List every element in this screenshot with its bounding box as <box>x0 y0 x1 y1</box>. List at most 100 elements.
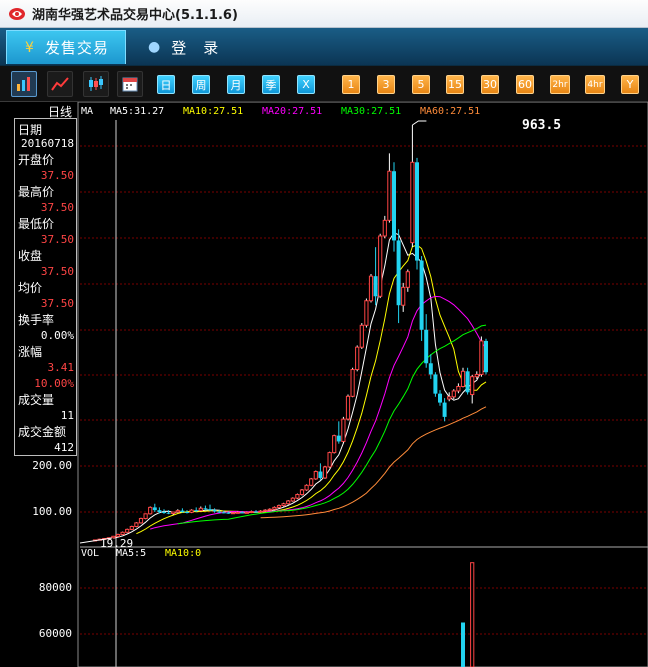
main-nav: ¥ 发售交易 ● 登 录 <box>0 28 648 66</box>
candle-body <box>134 522 139 527</box>
period-x-button[interactable]: X <box>297 75 315 94</box>
info-label: 均价 <box>18 281 43 295</box>
chart-toolbar: 日 周 月 季 X 1 3 5 15 30 60 2hr 4hr Y <box>0 66 648 102</box>
candle-body <box>198 507 203 512</box>
candle-body <box>327 452 332 468</box>
candle-body <box>415 162 419 261</box>
candle-body <box>456 386 461 392</box>
candle-body <box>208 509 212 511</box>
minute-3-button[interactable]: 3 <box>377 75 395 94</box>
candle-body <box>313 471 318 480</box>
tab-issue-trade[interactable]: ¥ 发售交易 <box>6 30 126 64</box>
y-tick-label: 200.00 <box>32 459 72 472</box>
candle-body <box>433 374 438 394</box>
candle-body <box>382 219 387 237</box>
candle-body <box>309 478 314 486</box>
info-value: 37.50 <box>40 233 74 246</box>
bar-chart-icon <box>17 77 30 91</box>
period-quarter-button[interactable]: 季 <box>262 75 280 94</box>
info-value: 412 <box>54 441 74 454</box>
candle-body <box>254 511 258 513</box>
candle-body <box>249 511 254 514</box>
candle-body <box>235 511 240 514</box>
calendar-icon <box>122 77 138 92</box>
candle-body <box>368 275 374 302</box>
candle-body <box>373 276 378 297</box>
chart-area[interactable]: 日线 MA MA5:31.27 MA10:27.51 MA20:27.51 MA… <box>0 102 648 667</box>
minute-1-button[interactable]: 1 <box>342 75 360 94</box>
candle-body <box>226 512 231 514</box>
candle-body <box>120 531 125 535</box>
calendar-button[interactable] <box>117 71 143 97</box>
max-price-label: 963.5 <box>522 118 561 133</box>
candle-body <box>405 271 410 288</box>
candle-body <box>221 512 226 514</box>
vol-y-tick-label: 80000 <box>39 581 72 594</box>
candle-body <box>240 512 245 514</box>
candle-body <box>304 484 309 491</box>
info-label: 日期 <box>18 123 43 137</box>
bar-chart-button[interactable] <box>11 71 37 97</box>
candle-body <box>484 340 488 373</box>
tab-login[interactable]: ● 登 录 <box>140 30 250 64</box>
candle-body <box>424 329 429 364</box>
period-week-button[interactable]: 周 <box>192 75 210 94</box>
info-label: 最高价 <box>18 185 55 199</box>
plot-frame <box>77 102 648 667</box>
minute-5-button[interactable]: 5 <box>412 75 430 94</box>
candle-body <box>171 511 176 514</box>
period-day-button[interactable]: 日 <box>157 75 175 94</box>
title-bar: 湖南华强艺术品交易中心(5.1.1.6) <box>0 0 648 28</box>
ma60-legend: MA60:27.51 <box>420 106 480 117</box>
candlestick-button[interactable] <box>83 71 109 97</box>
candle-body <box>336 435 341 442</box>
year-button[interactable]: Y <box>621 75 639 94</box>
candle-body <box>428 363 433 375</box>
candle-body <box>166 512 171 514</box>
hour-4-button[interactable]: 4hr <box>585 75 605 94</box>
candle-body <box>203 508 208 510</box>
user-icon: ● <box>148 39 162 55</box>
ma5-legend: MA5:31.27 <box>110 106 164 117</box>
minute-15-button[interactable]: 15 <box>446 75 464 94</box>
line-chart-button[interactable] <box>47 71 73 97</box>
candle-body <box>460 370 466 388</box>
candle-body <box>359 324 364 348</box>
info-label: 换手率 <box>18 313 55 327</box>
info-label: 成交量 <box>18 393 55 407</box>
info-label: 成交金额 <box>18 425 67 439</box>
minute-60-button[interactable]: 60 <box>516 75 534 94</box>
candle-body <box>212 510 217 512</box>
info-value: 0.00% <box>40 329 74 342</box>
candle-body <box>272 506 277 510</box>
candle-body <box>378 235 383 297</box>
vol-ma10-legend: MA10:0 <box>165 548 201 559</box>
candle-body <box>281 503 286 507</box>
candle-body <box>189 509 194 513</box>
hour-2-button[interactable]: 2hr <box>550 75 570 94</box>
candles <box>79 120 488 544</box>
candle-body <box>152 507 157 511</box>
minute-30-button[interactable]: 30 <box>481 75 499 94</box>
candle-body <box>230 512 236 515</box>
candle-body <box>180 510 185 512</box>
quote-info-panel: 日期 20160718 开盘价 37.50 最高价 37.50 最低价 37.50 收盘 37.5… <box>14 118 77 456</box>
candle-body <box>470 376 475 396</box>
candle-body <box>345 395 351 420</box>
candle-body <box>258 510 263 513</box>
volume-bar <box>461 622 465 667</box>
candle-body <box>175 510 180 513</box>
y-tick-label: 100.00 <box>32 505 72 518</box>
info-value: 37.50 <box>40 201 74 214</box>
kline-chart[interactable]: 日线 MA MA5:31.27 MA10:27.51 MA20:27.51 MA… <box>0 102 648 667</box>
candle-body <box>157 510 162 512</box>
grid <box>77 102 648 667</box>
info-value: 3.41 <box>47 361 75 374</box>
period-month-button[interactable]: 月 <box>227 75 245 94</box>
candle-body <box>410 161 415 244</box>
candle-body <box>401 286 406 306</box>
vol-title: VOL <box>81 548 99 559</box>
ma20-line <box>150 295 487 530</box>
candle-body <box>479 340 484 375</box>
app-title: 湖南华强艺术品交易中心(5.1.1.6) <box>32 8 238 23</box>
